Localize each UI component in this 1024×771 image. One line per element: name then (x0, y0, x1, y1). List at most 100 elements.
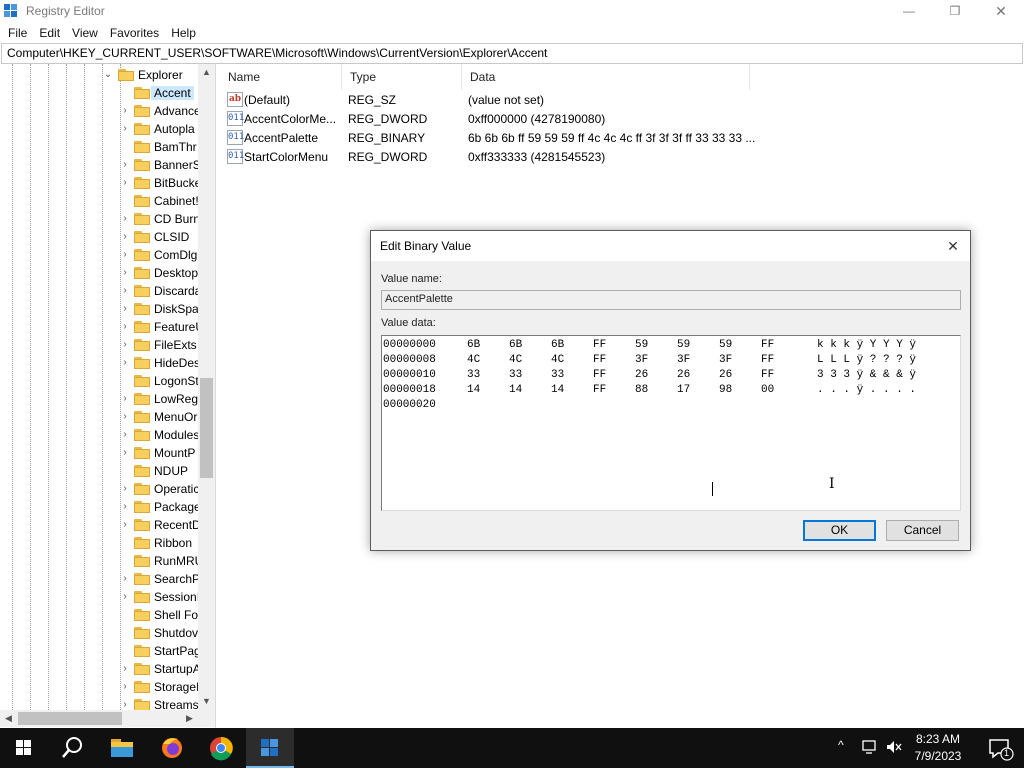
tree-item[interactable]: NDUP (0, 462, 198, 480)
chevron-down-icon[interactable]: ⌄ (103, 69, 113, 81)
tree-item[interactable]: Cabinet! (0, 192, 199, 210)
tree-item[interactable]: Ribbon (0, 534, 198, 552)
chevron-right-icon[interactable]: › (120, 177, 130, 189)
tree-item-explorer[interactable]: ⌄ Explorer (0, 66, 198, 84)
registry-value-row[interactable]: 011 AccentPalette REG_BINARY 6b 6b 6b ff 59… (220, 128, 820, 147)
tree-item[interactable]: › FileExts (0, 336, 198, 354)
scroll-up-icon[interactable]: ▲ (198, 64, 215, 81)
chevron-right-icon[interactable]: › (120, 519, 130, 531)
scroll-right-icon[interactable]: ▶ (181, 710, 198, 727)
tree-item[interactable]: StartPag (0, 642, 201, 660)
chevron-right-icon[interactable]: › (120, 231, 130, 243)
chevron-right-icon[interactable]: › (120, 123, 130, 135)
tree-item[interactable]: LogonSt (0, 372, 199, 390)
ok-button[interactable]: OK (803, 520, 876, 541)
scroll-down-icon[interactable]: ▼ (198, 693, 215, 710)
tree-item[interactable]: › Desktop (0, 264, 198, 282)
tree-item[interactable]: › Operatic (0, 480, 199, 498)
menu-favorites[interactable]: Favorites (104, 26, 165, 40)
tree-item[interactable]: › Modules (0, 426, 199, 444)
tree-item[interactable]: Shutdov (0, 624, 198, 642)
chevron-right-icon[interactable]: › (120, 321, 130, 333)
menu-help[interactable]: Help (165, 26, 202, 40)
chevron-right-icon[interactable]: › (120, 663, 130, 675)
chevron-right-icon[interactable]: › (120, 501, 130, 513)
chevron-right-icon[interactable]: › (120, 573, 130, 585)
volume-muted-icon[interactable] (885, 739, 903, 755)
action-center-button[interactable]: 1 (976, 728, 1024, 768)
menu-edit[interactable]: Edit (33, 26, 66, 40)
chrome-button[interactable] (197, 728, 245, 768)
tree-item[interactable]: RunMRU (0, 552, 203, 570)
column-header-name[interactable]: Name (220, 64, 342, 90)
menu-file[interactable]: File (2, 26, 33, 40)
scroll-left-icon[interactable]: ◀ (0, 710, 17, 727)
tree-item[interactable]: › RecentD (0, 516, 200, 534)
tree-item[interactable]: › StartupA (0, 660, 200, 678)
tree-item[interactable]: › BitBucke (0, 174, 201, 192)
chevron-right-icon[interactable]: › (120, 447, 130, 459)
show-hidden-icons-chevron-icon[interactable]: ^ (838, 738, 844, 752)
chevron-right-icon[interactable]: › (120, 483, 130, 495)
tree-item[interactable]: › Discarda (0, 282, 201, 300)
dialog-close-icon[interactable]: ✕ (944, 237, 962, 255)
chevron-right-icon[interactable]: › (120, 249, 130, 261)
value-data-hex-editor[interactable]: I 00000000 6B 6B 6B FF 59 59 59 FF k k k ÿ Y Y Y … (381, 335, 961, 511)
tree-vertical-scrollbar[interactable]: ▲ ▼ (198, 64, 215, 710)
tree-item[interactable]: Shell Fol (0, 606, 201, 624)
close-button[interactable]: ✕ (978, 0, 1024, 22)
tree-item[interactable]: › MenuOr (0, 408, 198, 426)
registry-value-row[interactable]: 011 StartColorMenu REG_DWORD 0xff333333 (42… (220, 147, 820, 166)
tree-item[interactable]: Accent (0, 84, 198, 102)
tree-item[interactable]: › StorageI (0, 678, 199, 696)
tree-item[interactable]: › Autopla (0, 120, 198, 138)
tree-item[interactable]: › HideDes (0, 354, 200, 372)
chevron-right-icon[interactable]: › (120, 591, 130, 603)
chevron-right-icon[interactable]: › (120, 429, 130, 441)
maximize-button[interactable]: ❐ (932, 0, 978, 22)
tree-item[interactable]: › DiskSpa (0, 300, 198, 318)
hex-ascii: 3 3 3 ÿ & & & ÿ (817, 369, 917, 381)
chevron-right-icon[interactable]: › (120, 681, 130, 693)
minimize-button[interactable]: — (886, 0, 932, 22)
search-button[interactable] (48, 728, 96, 768)
tree-item[interactable]: › SearchP (0, 570, 200, 588)
tree-item[interactable]: › SessionI (0, 588, 200, 606)
file-explorer-button[interactable] (98, 728, 146, 768)
column-header-type[interactable]: Type (342, 64, 462, 90)
registry-value-row[interactable]: ab (Default) REG_SZ (value not set) (220, 90, 820, 109)
tree-item[interactable]: BamThr (0, 138, 198, 156)
chevron-right-icon[interactable]: › (120, 105, 130, 117)
tree-item[interactable]: › LowReg (0, 390, 198, 408)
firefox-button[interactable] (148, 728, 196, 768)
scrollbar-thumb[interactable] (18, 712, 122, 725)
cancel-button[interactable]: Cancel (886, 520, 959, 541)
chevron-right-icon[interactable]: › (120, 411, 130, 423)
tree-item[interactable]: › MountP (0, 444, 198, 462)
chevron-right-icon[interactable]: › (120, 303, 130, 315)
menu-view[interactable]: View (66, 26, 104, 40)
chevron-right-icon[interactable]: › (120, 339, 130, 351)
registry-editor-taskbar-button[interactable] (246, 728, 294, 768)
tree-horizontal-scrollbar[interactable]: ◀ ▶ (0, 710, 198, 727)
start-button[interactable] (0, 728, 48, 768)
scrollbar-thumb[interactable] (200, 378, 213, 478)
registry-value-row[interactable]: 011 AccentColorMe... REG_DWORD 0xff000000 (… (220, 109, 820, 128)
tree-item[interactable]: › Package (0, 498, 200, 516)
tree-item[interactable]: › BannerS (0, 156, 200, 174)
chevron-right-icon[interactable]: › (120, 357, 130, 369)
tree-item[interactable]: › CLSID (0, 228, 198, 246)
network-icon[interactable] (862, 739, 880, 755)
chevron-right-icon[interactable]: › (120, 267, 130, 279)
taskbar-clock[interactable]: 8:23 AM 7/9/2023 (904, 731, 972, 765)
chevron-right-icon[interactable]: › (120, 393, 130, 405)
tree-item[interactable]: › FeatureU (0, 318, 204, 336)
tree-item[interactable]: › ComDlg (0, 246, 198, 264)
tree-item[interactable]: › CD Burn (0, 210, 200, 228)
address-bar[interactable]: Computer\HKEY_CURRENT_USER\SOFTWARE\Micr… (1, 43, 1023, 64)
chevron-right-icon[interactable]: › (120, 285, 130, 297)
chevron-right-icon[interactable]: › (120, 159, 130, 171)
chevron-right-icon[interactable]: › (120, 213, 130, 225)
column-header-data[interactable]: Data (462, 64, 750, 90)
tree-item[interactable]: › Advance (0, 102, 200, 120)
